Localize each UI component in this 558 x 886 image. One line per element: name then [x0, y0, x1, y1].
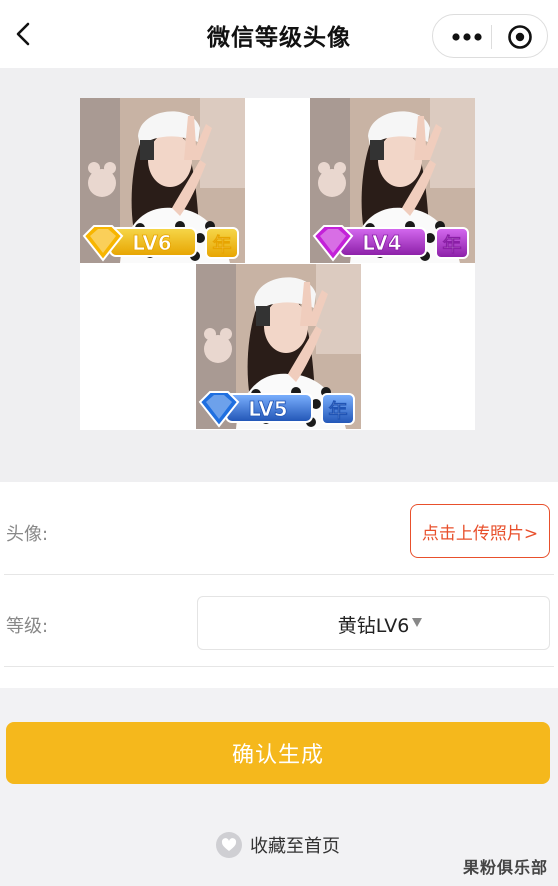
heart-icon [216, 832, 242, 858]
capsule-divider [491, 25, 492, 49]
divider [4, 574, 554, 575]
badge-year-text: 年 [328, 399, 347, 422]
avatar-preview-lv5: LV5 年 [196, 264, 361, 429]
avatar-preview-area: LV6 年 LV4 年 LV5 年 [0, 68, 558, 482]
avatar-photo-svg: LV5 年 [196, 264, 361, 429]
avatar-row: 头像: 点击上传照片> [0, 482, 558, 574]
add-to-favorites-text: 收藏至首页 [250, 836, 340, 857]
avatar-preview-lv6: LV6 年 [80, 98, 245, 263]
more-options-icon[interactable] [445, 15, 489, 59]
badge-level-text: LV6 [132, 231, 171, 255]
level-badge: LV6 年 [82, 225, 239, 262]
level-badge: LV5 年 [198, 391, 355, 428]
settings-form: 头像: 点击上传照片> 等级: 黄钻LV6 [0, 482, 558, 688]
avatar-photo-svg: LV6 年 [80, 98, 245, 263]
avatar-photo-svg: LV4 年 [310, 98, 475, 263]
level-badge: LV4 年 [312, 225, 469, 262]
close-miniprogram-icon[interactable] [495, 15, 545, 59]
level-label: 等级: [6, 616, 49, 637]
badge-year-text: 年 [442, 233, 461, 256]
badge-level-text: LV5 [248, 397, 287, 421]
preview-canvas: LV6 年 LV4 年 LV5 年 [80, 98, 475, 430]
dropdown-arrow-icon [412, 618, 422, 627]
navigation-bar: 微信等级头像 [0, 0, 558, 68]
avatar-label: 头像: [6, 524, 49, 545]
upload-photo-button[interactable]: 点击上传照片> [410, 504, 550, 558]
avatar-preview-lv4: LV4 年 [310, 98, 475, 263]
badge-year-text: 年 [212, 233, 231, 256]
divider [4, 666, 554, 667]
badge-level-text: LV4 [362, 231, 401, 255]
confirm-generate-button[interactable]: 确认生成 [6, 722, 550, 784]
menu-capsule [432, 14, 548, 58]
watermark-text: 果粉俱乐部 [462, 858, 548, 877]
add-to-favorites-link[interactable]: 收藏至首页 [216, 830, 340, 860]
level-select-value: 黄钻LV6 [337, 615, 410, 637]
level-select[interactable]: 黄钻LV6 [197, 596, 550, 650]
